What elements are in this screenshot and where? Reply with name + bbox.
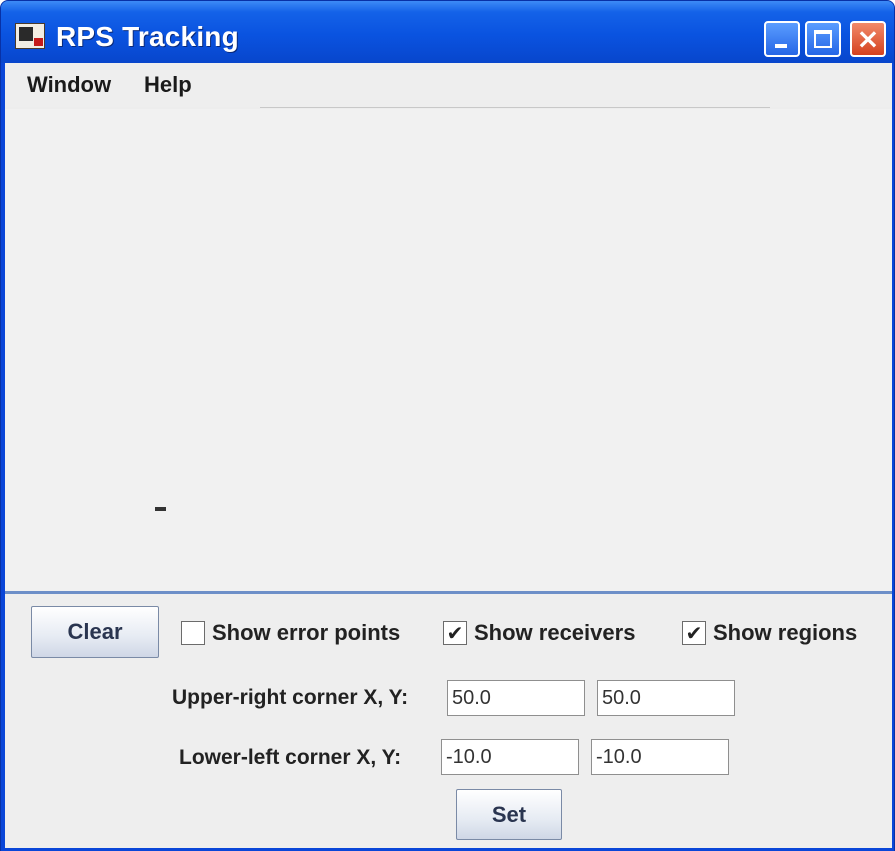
app-icon-body bbox=[19, 27, 33, 41]
minimize-icon bbox=[775, 44, 787, 48]
show-receivers-checkbox[interactable]: ✔ Show receivers bbox=[443, 620, 635, 646]
menu-window[interactable]: Window bbox=[27, 72, 111, 98]
lower-left-corner-label: Lower-left corner X, Y: bbox=[179, 746, 402, 769]
tracking-point-marker bbox=[155, 507, 166, 511]
show-regions-checkbox[interactable]: ✔ Show regions bbox=[682, 620, 857, 646]
upper-right-y-field[interactable] bbox=[597, 680, 735, 716]
show-error-points-box[interactable] bbox=[181, 621, 205, 645]
app-icon-accent bbox=[34, 38, 43, 46]
title-bar[interactable]: RPS Tracking × bbox=[1, 1, 894, 63]
minimize-button[interactable] bbox=[764, 21, 800, 57]
clear-button[interactable]: Clear bbox=[31, 606, 159, 658]
lower-left-y-field[interactable] bbox=[591, 739, 729, 775]
lower-left-x-field[interactable] bbox=[441, 739, 579, 775]
close-button[interactable]: × bbox=[850, 21, 886, 57]
window-title: RPS Tracking bbox=[56, 21, 239, 52]
menu-bar: Window Help bbox=[5, 63, 892, 108]
maximize-button[interactable] bbox=[805, 21, 841, 57]
show-error-points-label: Show error points bbox=[212, 620, 401, 645]
set-button[interactable]: Set bbox=[456, 789, 562, 840]
show-error-points-checkbox[interactable]: Show error points bbox=[181, 620, 400, 646]
close-icon: × bbox=[856, 22, 880, 55]
menu-help[interactable]: Help bbox=[144, 72, 192, 98]
upper-right-x-field[interactable] bbox=[447, 680, 585, 716]
show-regions-label: Show regions bbox=[713, 620, 858, 645]
train-app-icon[interactable] bbox=[15, 23, 45, 49]
control-panel: Clear Show error points ✔ Show receivers… bbox=[5, 594, 892, 848]
rps-tracking-window: RPS Tracking × Window Help Clear Show er… bbox=[0, 0, 895, 851]
tracking-canvas[interactable] bbox=[5, 109, 892, 591]
show-receivers-label: Show receivers bbox=[474, 620, 636, 645]
menu-separator bbox=[260, 107, 770, 108]
maximize-icon bbox=[814, 30, 832, 48]
show-receivers-box[interactable]: ✔ bbox=[443, 621, 467, 645]
show-regions-box[interactable]: ✔ bbox=[682, 621, 706, 645]
upper-right-corner-label: Upper-right corner X, Y: bbox=[172, 686, 409, 709]
window-client-area: Window Help Clear Show error points ✔ Sh… bbox=[5, 63, 892, 848]
